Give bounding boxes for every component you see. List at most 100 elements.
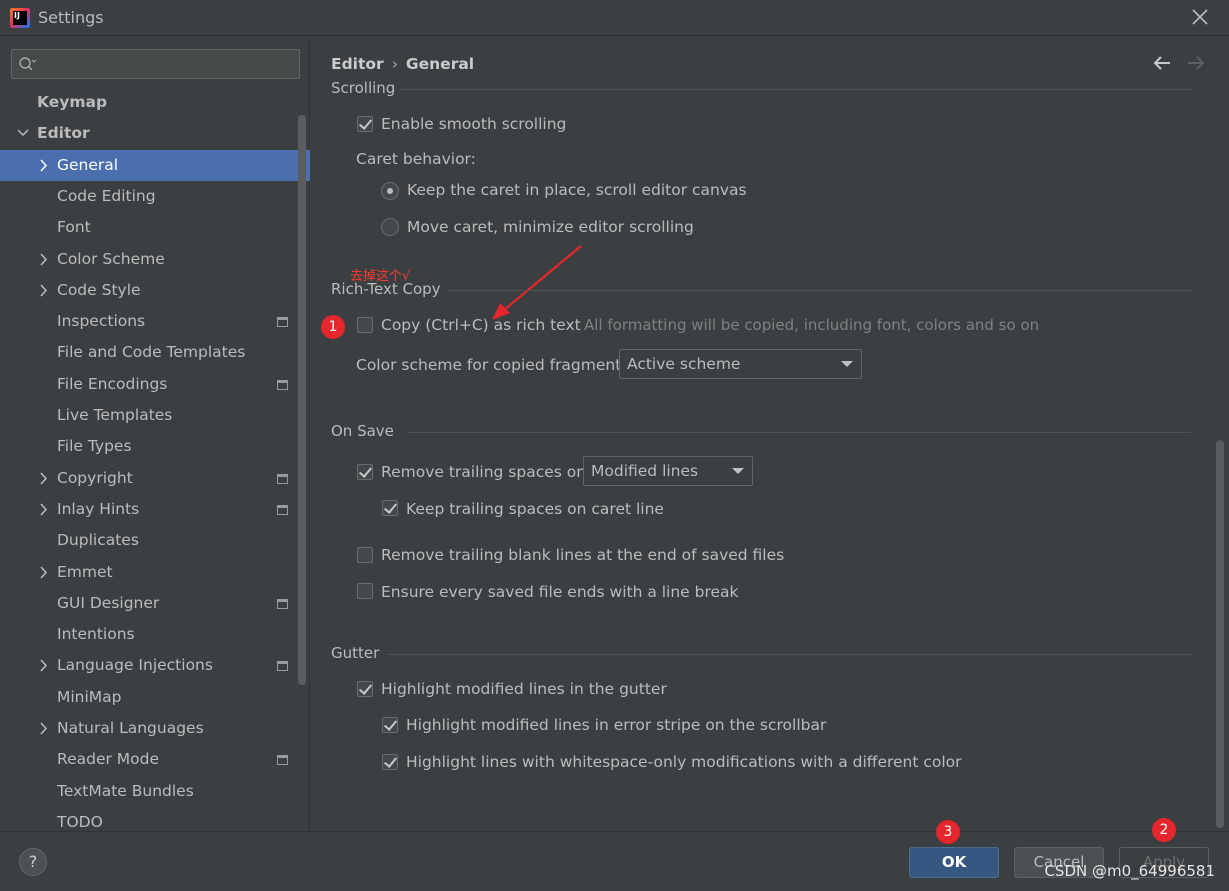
sidebar-item-label: File Encodings <box>57 375 168 393</box>
sidebar-item-label: Keymap <box>37 93 108 111</box>
project-level-icon <box>277 317 288 327</box>
sidebar-item-minimap[interactable]: MiniMap <box>0 682 310 713</box>
sidebar-item-label: General <box>57 156 119 174</box>
annotation-badge-3: 3 <box>936 820 960 844</box>
section-divider <box>388 654 1191 655</box>
sidebar-item-label: Live Templates <box>57 406 173 424</box>
smooth-scrolling-label[interactable]: Enable smooth scrolling <box>381 115 566 133</box>
sidebar-item-code-style[interactable]: Code Style <box>0 275 310 306</box>
chevron-right-icon[interactable] <box>38 150 50 181</box>
close-icon[interactable] <box>1191 8 1209 26</box>
breadcrumb-parent[interactable]: Editor <box>331 55 384 73</box>
highlight-error-stripe-checkbox[interactable] <box>382 717 398 733</box>
sidebar-item-color-scheme[interactable]: Color Scheme <box>0 244 310 275</box>
remove-blank-lines-checkbox[interactable] <box>357 547 373 563</box>
sidebar-item-label: Color Scheme <box>57 250 165 268</box>
sidebar-item-emmet[interactable]: Emmet <box>0 557 310 588</box>
sidebar-item-natural-languages[interactable]: Natural Languages <box>0 713 310 744</box>
sidebar-item-label: Editor <box>37 124 90 142</box>
sidebar-item-textmate-bundles[interactable]: TextMate Bundles <box>0 776 310 807</box>
rich-text-section-title: Rich-Text Copy <box>331 280 441 298</box>
sidebar-item-label: Language Injections <box>57 656 213 674</box>
remove-trailing-label[interactable]: Remove trailing spaces on: <box>381 463 591 481</box>
sidebar-item-label: Reader Mode <box>57 750 160 768</box>
remove-trailing-dropdown[interactable]: Modified lines <box>583 456 753 486</box>
sidebar-item-language-injections[interactable]: Language Injections <box>0 650 310 681</box>
ensure-line-break-checkbox[interactable] <box>357 583 373 599</box>
chevron-right-icon[interactable] <box>38 713 50 744</box>
help-button[interactable]: ? <box>19 848 47 876</box>
sidebar-item-inlay-hints[interactable]: Inlay Hints <box>0 494 310 525</box>
keep-caret-spaces-checkbox[interactable] <box>382 500 398 516</box>
breadcrumb: Editor › General <box>331 55 474 73</box>
highlight-whitespace-checkbox[interactable] <box>382 754 398 770</box>
project-level-icon <box>277 505 288 515</box>
sidebar-item-live-templates[interactable]: Live Templates <box>0 400 310 431</box>
annotation-arrow-icon <box>492 245 582 320</box>
title-bar: IJ Settings <box>0 0 1229 36</box>
sidebar-item-label: TextMate Bundles <box>57 782 194 800</box>
chevron-right-icon[interactable] <box>38 494 50 525</box>
back-arrow-icon[interactable] <box>1152 55 1172 71</box>
settings-sidebar: Keymap Editor General Code Editing Font Color… <box>0 37 310 831</box>
sidebar-item-label: MiniMap <box>57 688 122 706</box>
remove-blank-lines-label[interactable]: Remove trailing blank lines at the end o… <box>381 546 784 564</box>
sidebar-item-label: File and Code Templates <box>57 343 246 361</box>
caret-move-radio[interactable] <box>381 218 399 236</box>
sidebar-item-inspections[interactable]: Inspections <box>0 306 310 337</box>
sidebar-item-label: Font <box>57 218 91 236</box>
sidebar-item-code-editing[interactable]: Code Editing <box>0 181 310 212</box>
sidebar-item-general[interactable]: General <box>0 150 310 181</box>
annotation-badge-2: 2 <box>1152 818 1176 842</box>
highlight-error-stripe-label[interactable]: Highlight modified lines in error stripe… <box>406 716 826 734</box>
forward-arrow-icon[interactable] <box>1186 55 1206 71</box>
breadcrumb-current: General <box>405 55 475 73</box>
caret-move-label[interactable]: Move caret, minimize editor scrolling <box>407 218 694 236</box>
sidebar-item-intentions[interactable]: Intentions <box>0 619 310 650</box>
gutter-section-title: Gutter <box>331 644 380 662</box>
sidebar-item-label: Emmet <box>57 563 113 581</box>
sidebar-item-editor[interactable]: Editor <box>0 118 310 149</box>
rich-text-copy-checkbox[interactable] <box>357 317 373 333</box>
sidebar-item-gui-designer[interactable]: GUI Designer <box>0 588 310 619</box>
sidebar-item-file-encodings[interactable]: File Encodings <box>0 369 310 400</box>
sidebar-item-reader-mode[interactable]: Reader Mode <box>0 744 310 775</box>
chevron-down-icon[interactable] <box>17 118 29 149</box>
chevron-right-icon[interactable] <box>38 557 50 588</box>
rich-text-copy-label[interactable]: Copy (Ctrl+C) as rich text <box>381 316 581 334</box>
window-title: Settings <box>38 8 104 27</box>
sidebar-item-copyright[interactable]: Copyright <box>0 463 310 494</box>
ensure-line-break-label[interactable]: Ensure every saved file ends with a line… <box>381 583 739 601</box>
sidebar-item-duplicates[interactable]: Duplicates <box>0 525 310 556</box>
content-scrollbar[interactable] <box>1216 440 1224 828</box>
ok-button[interactable]: OK <box>909 847 999 878</box>
sidebar-item-label: Intentions <box>57 625 135 643</box>
sidebar-scrollbar[interactable] <box>298 115 306 685</box>
chevron-right-icon[interactable] <box>38 244 50 275</box>
color-scheme-dropdown[interactable]: Active scheme <box>619 349 862 379</box>
keep-caret-spaces-label[interactable]: Keep trailing spaces on caret line <box>406 500 664 518</box>
chevron-right-icon[interactable] <box>38 463 50 494</box>
sidebar-item-label: Code Style <box>57 281 141 299</box>
highlight-gutter-checkbox[interactable] <box>357 681 373 697</box>
on-save-section-title: On Save <box>331 422 394 440</box>
highlight-gutter-label[interactable]: Highlight modified lines in the gutter <box>381 680 667 698</box>
caret-keep-radio[interactable] <box>381 182 399 200</box>
sidebar-item-label: Duplicates <box>57 531 139 549</box>
project-level-icon <box>277 380 288 390</box>
dialog-footer: ? 3 OK Cancel 2 Apply CSDN @m0_64996581 <box>0 818 1229 891</box>
smooth-scrolling-checkbox[interactable] <box>357 116 373 132</box>
sidebar-item-file-types[interactable]: File Types <box>0 431 310 462</box>
sidebar-item-keymap[interactable]: Keymap <box>0 87 310 118</box>
remove-trailing-checkbox[interactable] <box>357 464 373 480</box>
caret-keep-label[interactable]: Keep the caret in place, scroll editor c… <box>407 181 747 199</box>
section-divider <box>401 89 1191 90</box>
search-input[interactable] <box>11 49 300 79</box>
remove-trailing-value: Modified lines <box>591 462 699 480</box>
highlight-whitespace-label[interactable]: Highlight lines with whitespace-only mod… <box>406 753 962 771</box>
project-level-icon <box>277 599 288 609</box>
sidebar-item-file-and-code-templates[interactable]: File and Code Templates <box>0 337 310 368</box>
sidebar-item-font[interactable]: Font <box>0 212 310 243</box>
chevron-right-icon[interactable] <box>38 650 50 681</box>
chevron-right-icon[interactable] <box>38 275 50 306</box>
